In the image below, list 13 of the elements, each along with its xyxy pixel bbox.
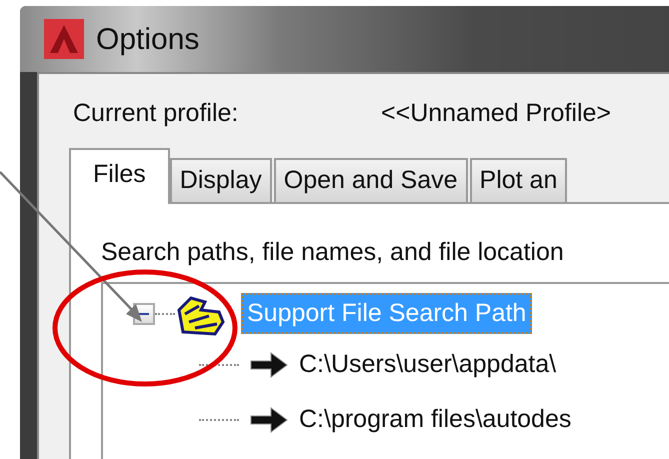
tab[interactable]: Display [170,158,272,204]
tree-item[interactable]: C:\Users\user\appdata\ [299,346,556,384]
window-title: Options [96,22,200,58]
right-arrow-icon [249,350,289,380]
profile-label: Current profile: [73,98,240,130]
right-arrow-icon [249,405,289,435]
description-text: Search paths, file names, and file location [101,237,565,268]
tab[interactable]: Files [69,148,170,204]
tab[interactable]: Open and Save [274,158,468,204]
app-logo-icon [44,19,84,59]
profile-value: <<Unnamed Profile> [381,98,612,130]
tree-item[interactable]: C:\program files\autodes [299,401,572,439]
tab[interactable]: Plot an [470,158,568,204]
